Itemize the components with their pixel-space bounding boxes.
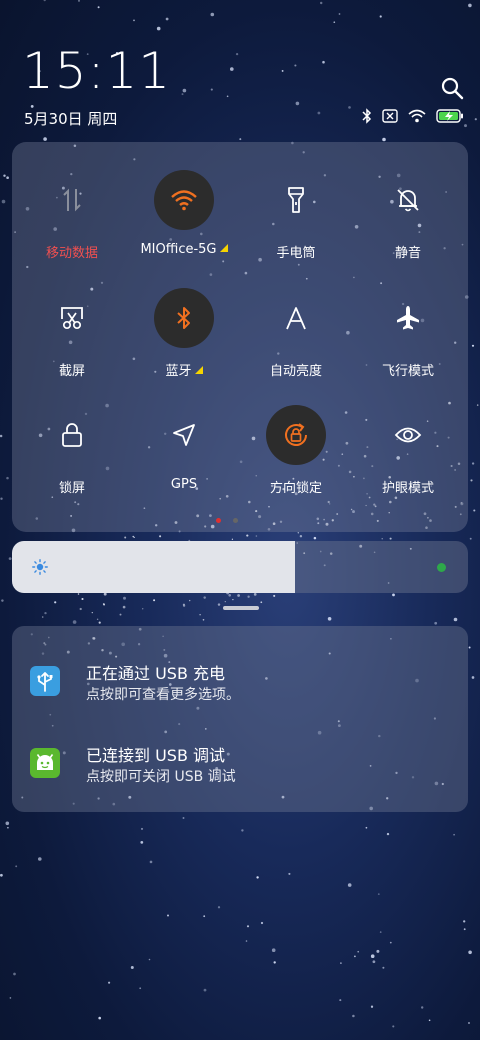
clock-date: 5月30日 周四	[24, 110, 118, 128]
brightness-indicator-dot	[437, 563, 446, 572]
notification-subtitle: 点按即可查看更多选项。	[86, 687, 240, 703]
tile-mute[interactable]: 静音	[352, 170, 464, 280]
wifi-icon	[154, 170, 214, 230]
mobile-data-icon	[42, 170, 102, 230]
tile-label: 手电筒	[276, 246, 316, 261]
tile-label: 护眼模式	[381, 481, 434, 496]
tile-lock-screen[interactable]: 锁屏	[16, 405, 128, 515]
tile-label: 方向锁定	[269, 481, 322, 496]
tile-label: 蓝牙	[165, 364, 192, 379]
screenshot-scissors-icon	[42, 288, 102, 348]
airplane-icon	[378, 288, 438, 348]
brightness-fill	[12, 541, 295, 593]
usb-icon	[30, 666, 60, 696]
rotation-lock-icon	[266, 405, 326, 465]
more-options-indicator	[194, 366, 203, 374]
panel-drag-handle[interactable]	[223, 606, 259, 610]
tile-label: 截屏	[58, 364, 85, 379]
brightness-sun-icon	[32, 559, 48, 575]
tile-label: 静音	[394, 246, 421, 261]
bluetooth-icon	[154, 288, 214, 348]
tile-rotation-lock[interactable]: 方向锁定	[240, 405, 352, 515]
tile-gps[interactable]: GPS	[128, 405, 240, 515]
notification-subtitle: 点按即可关闭 USB 调试	[86, 769, 236, 785]
eye-icon	[378, 405, 438, 465]
clock-time: 15:11	[22, 42, 172, 100]
no-sim-icon	[382, 109, 398, 123]
search-icon[interactable]	[440, 76, 464, 100]
notification-title: 正在通过 USB 充电	[86, 664, 226, 683]
tile-wifi[interactable]: MIOffice-5G	[128, 170, 240, 280]
tile-label: GPS	[170, 477, 198, 492]
tile-screenshot[interactable]: 截屏	[16, 288, 128, 398]
page-indicator	[216, 518, 238, 523]
gps-arrow-icon	[154, 405, 214, 465]
notification-title: 已连接到 USB 调试	[86, 746, 226, 765]
tile-label: 锁屏	[58, 481, 85, 496]
notification-panel: 正在通过 USB 充电 点按即可查看更多选项。 已连接到 USB 调试 点按即可…	[12, 626, 468, 812]
notification-usb-debugging[interactable]: 已连接到 USB 调试 点按即可关闭 USB 调试	[12, 738, 468, 798]
tile-label: 飞行模式	[381, 364, 434, 379]
brightness-slider[interactable]	[12, 541, 468, 593]
tile-label: 自动亮度	[269, 364, 322, 379]
wifi-icon	[408, 109, 426, 123]
tile-eye-care[interactable]: 护眼模式	[352, 405, 464, 515]
tile-airplane[interactable]: 飞行模式	[352, 288, 464, 398]
mute-bell-icon	[378, 170, 438, 230]
tile-label: 移动数据	[45, 246, 98, 261]
quick-settings-panel: 移动数据 MIOffice-5G 手电筒 静音 截屏 蓝牙 自动亮度 飞行模式 …	[12, 142, 468, 532]
page-dot	[233, 518, 238, 523]
battery-charging-icon	[436, 109, 463, 123]
tile-flashlight[interactable]: 手电筒	[240, 170, 352, 280]
tile-auto-brightness[interactable]: 自动亮度	[240, 288, 352, 398]
tile-mobile-data[interactable]: 移动数据	[16, 170, 128, 280]
android-icon	[30, 748, 60, 778]
tile-bluetooth[interactable]: 蓝牙	[128, 288, 240, 398]
page-dot	[216, 518, 221, 523]
status-bar-icons	[362, 108, 464, 124]
tile-label: MIOffice-5G	[140, 242, 217, 257]
flashlight-icon	[266, 170, 326, 230]
more-options-indicator	[219, 244, 228, 252]
auto-brightness-icon	[266, 288, 326, 348]
bluetooth-icon	[362, 108, 372, 124]
lock-icon	[42, 405, 102, 465]
notification-usb-charging[interactable]: 正在通过 USB 充电 点按即可查看更多选项。	[12, 656, 468, 716]
